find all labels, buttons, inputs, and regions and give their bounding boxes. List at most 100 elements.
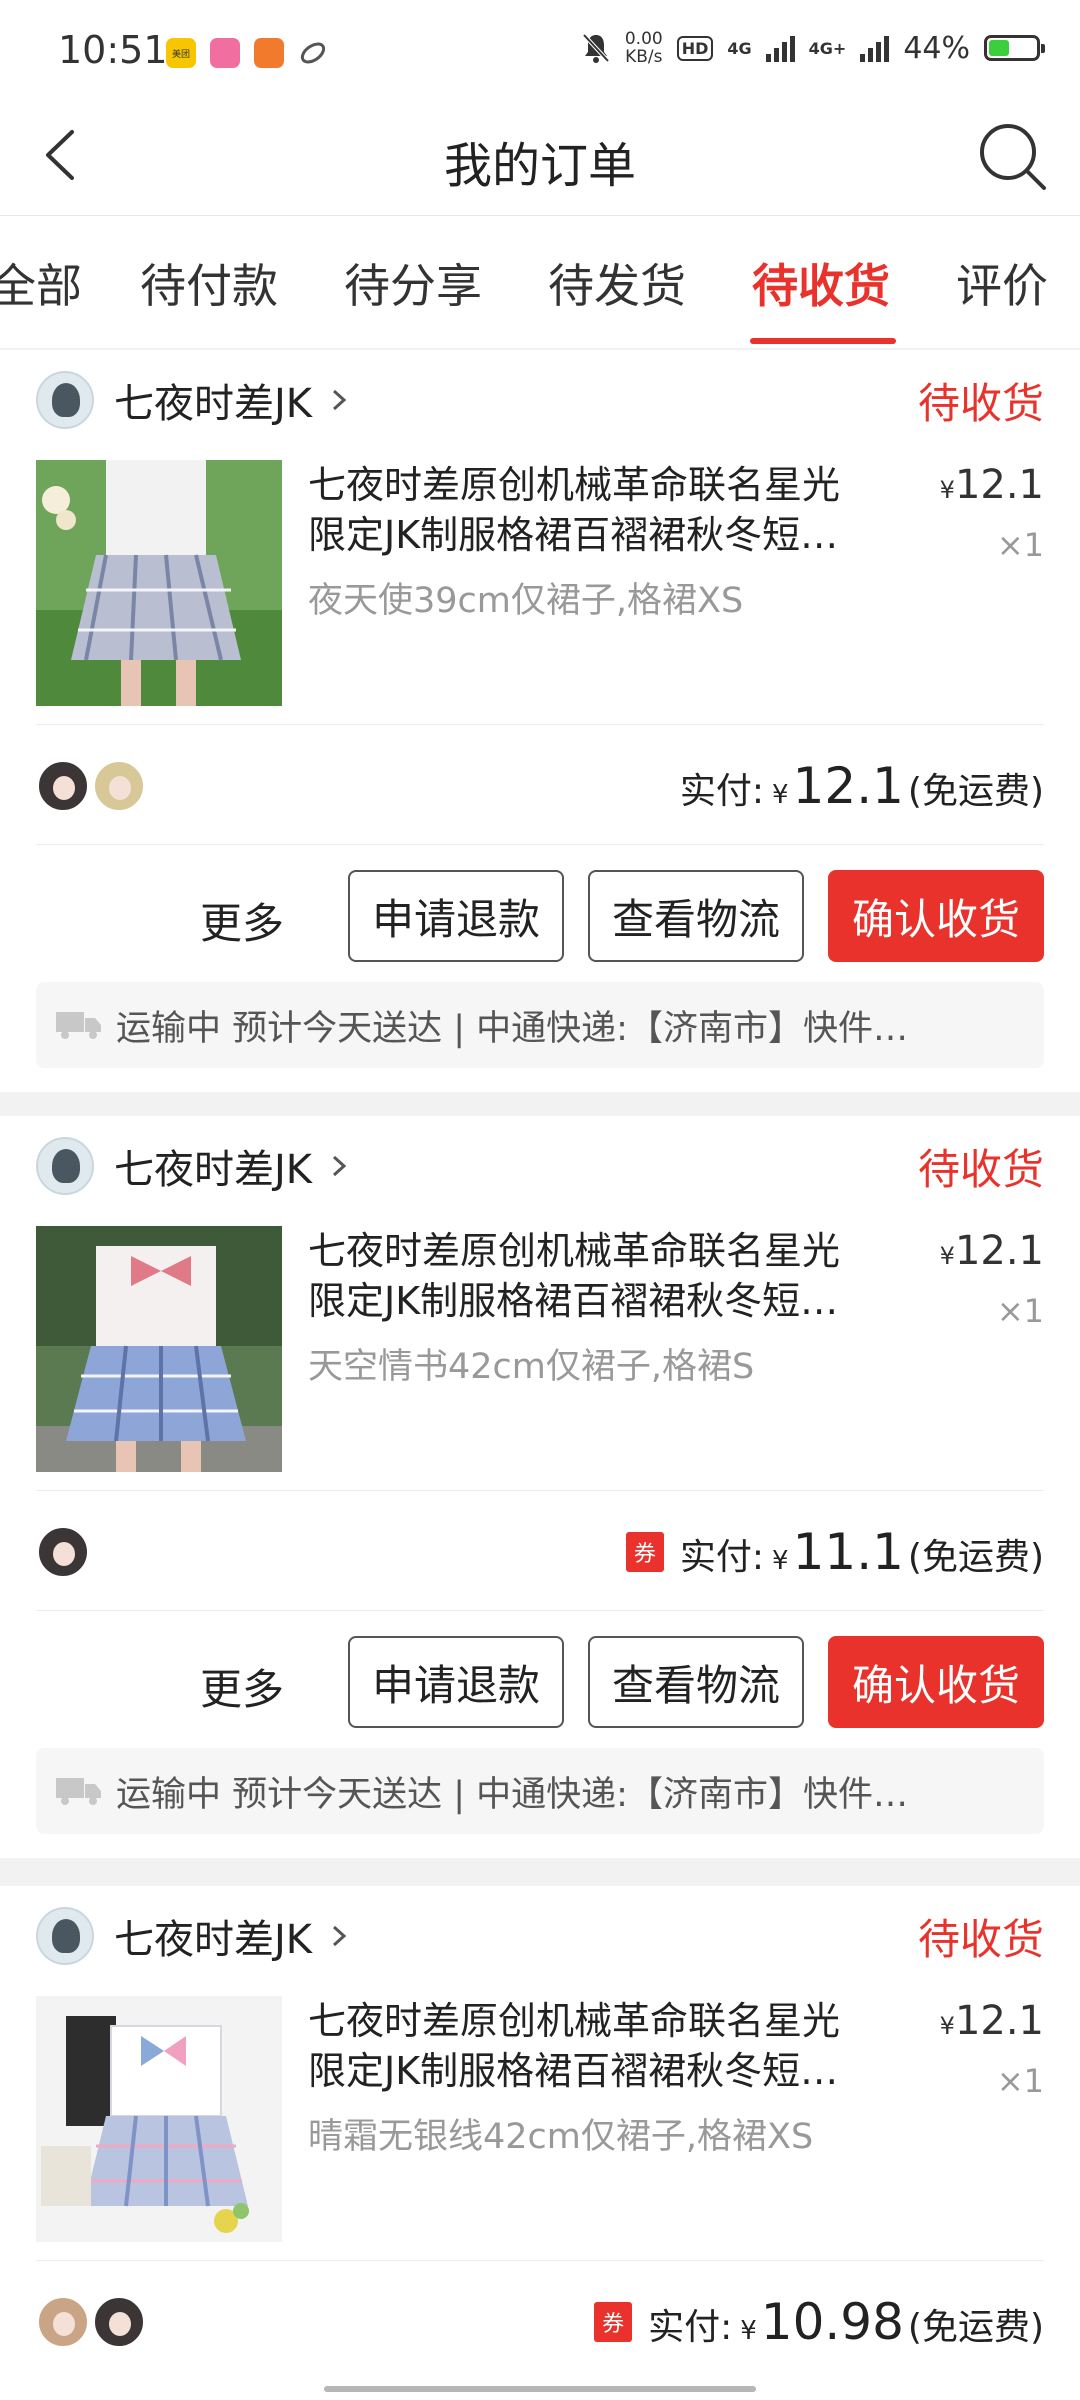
tab-pending-payment[interactable]: 待付款 [140,250,278,316]
avatar [36,1525,90,1579]
avatar [36,759,90,813]
group-avatars [36,1525,90,1579]
paid-row: 实付: ¥ 12.1 (免运费) [36,746,1044,826]
tab-pending-shipment[interactable]: 待发货 [548,250,686,316]
truck-icon [56,1778,101,1805]
status-bar: 10:51 美团 0.00 KB/s HD 4G 4G+ 44% [0,0,1080,100]
more-button[interactable]: 更多 [200,890,284,951]
shop-header[interactable]: 七夜时差JK 待收货 [36,370,1044,430]
net-speed-value: 0.00 [624,29,663,49]
tab-pending-share[interactable]: 待分享 [344,250,482,316]
signal-icon [765,34,795,62]
paid-total: 实付: ¥ 12.1 (免运费) [680,757,1044,815]
product-spec: 夜天使39cm仅裙子,格裙XS [308,581,744,621]
product-title: 七夜时差原创机械革命联名星光 限定JK制服格裙百褶裙秋冬短… [308,460,908,560]
product-price: ¥12.1 [940,1228,1044,1274]
logistics-status-bar[interactable]: 运输中 预计今天送达 | 中通快递:【济南市】快件… [36,982,1044,1068]
shipping-note: (免运费) [907,2307,1044,2348]
view-logistics-button[interactable]: 查看物流 [588,1636,804,1728]
order-card: 七夜时差JK 待收货 七夜时差原创机械革命联名星光 限定JK制服格裙百褶裙秋冬短… [0,1116,1080,1858]
chevron-right-icon [333,1155,347,1177]
product-image[interactable] [36,1996,282,2242]
product-quantity: ×1 [996,526,1044,564]
confirm-receipt-button[interactable]: 确认收货 [828,870,1044,962]
avatar [36,2295,90,2349]
request-refund-button[interactable]: 申请退款 [348,870,564,962]
paid-label: 实付: [648,2307,733,2348]
product-item[interactable]: 七夜时差原创机械革命联名星光 限定JK制服格裙百褶裙秋冬短… 天空情书42cm仅… [36,1226,1044,1474]
product-title-line-2: 限定JK制服格裙百褶裙秋冬短… [308,513,839,557]
tab-review[interactable]: 评价 [956,250,1048,316]
mute-bell-icon [582,33,610,63]
divider [36,1610,1044,1611]
tab-pending-receipt[interactable]: 待收货 [752,250,890,316]
shipping-note: (免运费) [907,771,1044,812]
product-price: ¥12.1 [940,462,1044,508]
paid-total: 券 实付: ¥ 11.1 (免运费) [625,1523,1044,1581]
battery-percent: 44% [903,30,970,66]
shop-name: 七夜时差JK [114,1917,313,1963]
product-title-line-1: 七夜时差原创机械革命联名星光 [308,1999,841,2043]
product-title: 七夜时差原创机械革命联名星光 限定JK制服格裙百褶裙秋冬短… [308,1996,908,2096]
price-value: 12.1 [954,1998,1044,2044]
tab-all[interactable]: 全部 [0,250,82,316]
view-logistics-button[interactable]: 查看物流 [588,870,804,962]
paid-row: 券 实付: ¥ 10.98 (免运费) [36,2282,1044,2362]
order-actions: 更多 申请退款 查看物流 确认收货 [36,1636,1044,1728]
product-quantity: ×1 [996,2062,1044,2100]
status-time: 10:51 [58,28,168,72]
order-card: 七夜时差JK 待收货 七夜时差原创机械革命联名星光 限定JK制服格裙百褶裙秋冬短… [0,1886,1080,2400]
product-item[interactable]: 七夜时差原创机械革命联名星光 限定JK制服格裙百褶裙秋冬短… 夜天使39cm仅裙… [36,460,1044,708]
chevron-right-icon [333,389,347,411]
active-tab-indicator [750,338,896,344]
product-item[interactable]: 七夜时差原创机械革命联名星光 限定JK制服格裙百褶裙秋冬短… 晴霜无银线42cm… [36,1996,1044,2244]
network-type-2: 4G+ [808,38,847,58]
product-image[interactable] [36,460,282,706]
paid-symbol: ¥ [740,2316,757,2346]
paid-symbol: ¥ [772,1546,789,1576]
top-app-bar: 我的订单 [0,100,1080,216]
price-value: 12.1 [954,1228,1044,1274]
confirm-receipt-button[interactable]: 确认收货 [828,1636,1044,1728]
product-image[interactable] [36,1226,282,1472]
status-app-icons: 美团 [166,38,328,72]
status-indicators: 0.00 KB/s HD 4G 4G+ 44% [581,29,1045,67]
order-tabs: 全部 待付款 待分享 待发货 待收货 评价 [0,216,1080,348]
shop-name: 七夜时差JK [114,381,313,427]
shop-avatar [36,1907,94,1965]
paid-amount: 10.98 [760,2293,904,2351]
shop-header[interactable]: 七夜时差JK 待收货 [36,1906,1044,1966]
logistics-status-bar[interactable]: 运输中 预计今天送达 | 中通快递:【济南市】快件… [36,1748,1044,1834]
search-icon [980,124,1046,190]
paid-total: 券 实付: ¥ 10.98 (免运费) [594,2293,1044,2351]
home-indicator[interactable] [324,2386,756,2392]
signal-icon-2 [860,34,890,62]
logistics-text: 运输中 预计今天送达 | 中通快递:【济南市】快件… [116,1008,908,1049]
page-title: 我的订单 [443,138,636,194]
search-button[interactable] [974,118,1050,194]
bilibili-icon [210,38,240,68]
more-button[interactable]: 更多 [200,1656,284,1717]
price-symbol: ¥ [939,1242,955,1270]
net-speed-unit: KB/s [625,47,663,67]
shop-avatar [36,1137,94,1195]
shop-avatar [36,371,94,429]
paid-amount: 12.1 [792,757,904,815]
paid-label: 实付: [679,1537,765,1578]
request-refund-button[interactable]: 申请退款 [348,1636,564,1728]
chevron-right-icon [333,1925,347,1947]
product-title-line-2: 限定JK制服格裙百褶裙秋冬短… [308,1279,839,1323]
order-status: 待收货 [917,378,1044,428]
divider [36,724,1044,725]
group-avatars [36,2295,146,2349]
shop-header[interactable]: 七夜时差JK 待收货 [36,1136,1044,1196]
hd-badge: HD [676,35,714,61]
price-symbol: ¥ [939,476,955,504]
divider [36,2260,1044,2261]
coupon-badge: 券 [625,1532,664,1572]
divider [36,844,1044,845]
sync-icon [298,38,328,72]
order-card: 七夜时差JK 待收货 七夜时差原创机械革命联名星光 限定JK制服格裙百褶裙秋冬短… [0,350,1080,1092]
product-title-line-2: 限定JK制服格裙百褶裙秋冬短… [308,2049,839,2093]
avatar [92,759,146,813]
